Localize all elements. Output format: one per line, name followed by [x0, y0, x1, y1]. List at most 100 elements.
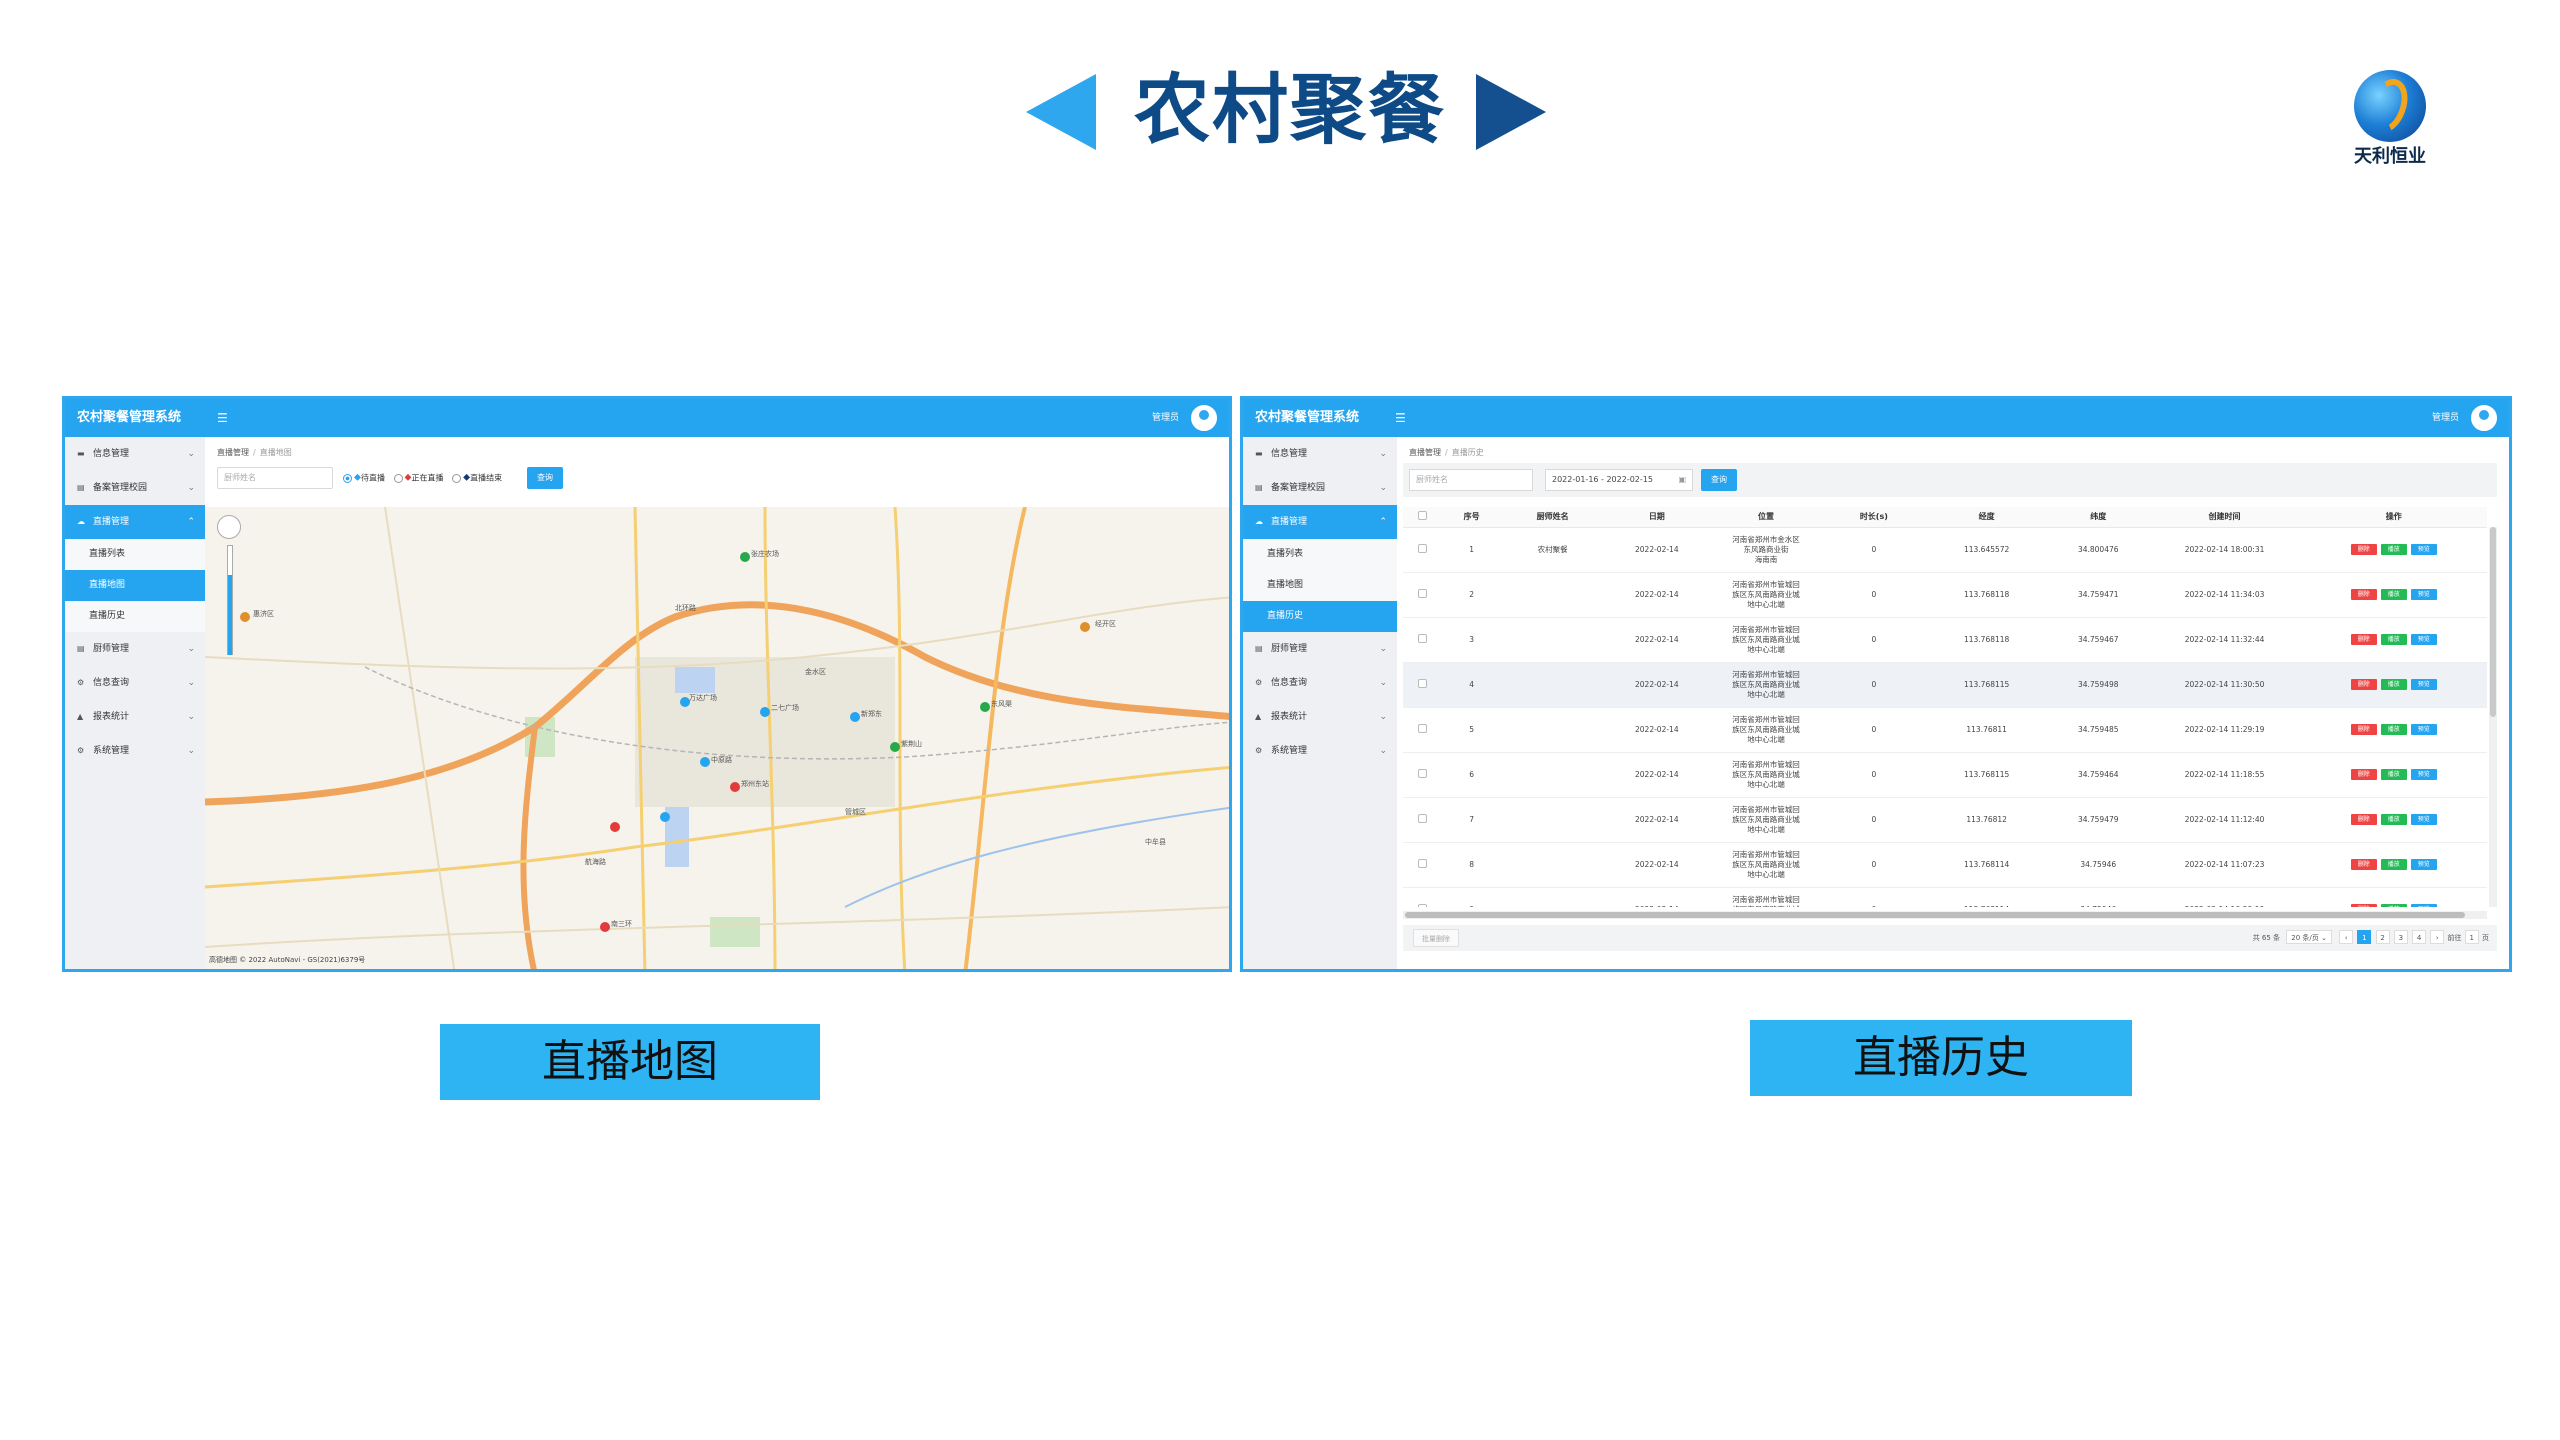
sidebar-item-filing[interactable]: ▤ 备案管理校园 ⌄: [1243, 471, 1397, 505]
delete-button[interactable]: 删除: [2350, 724, 2377, 735]
play-button[interactable]: 播放: [2380, 634, 2407, 645]
map-marker[interactable]: [610, 822, 620, 832]
row-select[interactable]: [1403, 842, 1443, 888]
row-select[interactable]: [1403, 617, 1443, 663]
checkbox[interactable]: [1418, 769, 1428, 778]
preview-button[interactable]: 预览: [2410, 679, 2437, 690]
map-marker[interactable]: [890, 742, 900, 752]
delete-button[interactable]: 删除: [2350, 769, 2377, 780]
preview-button[interactable]: 预览: [2410, 904, 2437, 907]
map-marker[interactable]: [660, 812, 670, 822]
row-select[interactable]: [1403, 887, 1443, 907]
preview-button[interactable]: 预览: [2410, 634, 2437, 645]
row-select[interactable]: [1403, 572, 1443, 618]
query-button[interactable]: 查询: [527, 467, 563, 489]
horizontal-scrollbar[interactable]: [1403, 911, 2487, 919]
play-button[interactable]: 播放: [2380, 679, 2407, 690]
map-marker[interactable]: [1080, 622, 1090, 632]
sidebar-item-chef[interactable]: ▤ 厨师管理 ⌄: [65, 632, 205, 666]
play-button[interactable]: 播放: [2380, 814, 2407, 825]
city-map[interactable]: 万达广场 二七广场 新郑东 张庄农场 紫荆山 中原路 东风渠 郑州东站 北环路 …: [205, 507, 1229, 969]
sidebar-sub-live-list[interactable]: 直播列表: [1243, 539, 1397, 570]
chef-name-input[interactable]: 厨师姓名: [1409, 469, 1533, 491]
map-marker[interactable]: [760, 707, 770, 717]
play-button[interactable]: 播放: [2380, 769, 2407, 780]
scroll-thumb[interactable]: [2490, 527, 2496, 717]
table-row[interactable]: 7 2022-02-14 河南省郑州市管城回 族区东风南路商业城 地中心北端 0 113.7…: [1403, 797, 2487, 843]
table-row[interactable]: 4 2022-02-14 河南省郑州市管城回 族区东风南路商业城 地中心北端 0 113.7…: [1403, 662, 2487, 708]
sidebar-item-query[interactable]: ⚙ 信息查询 ⌄: [1243, 666, 1397, 700]
table-row[interactable]: 6 2022-02-14 河南省郑州市管城回 族区东风南路商业城 地中心北端 0 113.7…: [1403, 752, 2487, 798]
header-select-all[interactable]: [1403, 507, 1443, 528]
row-select[interactable]: [1403, 662, 1443, 708]
delete-button[interactable]: 删除: [2350, 634, 2377, 645]
map-marker[interactable]: [850, 712, 860, 722]
map-marker[interactable]: [740, 552, 750, 562]
table-row[interactable]: 8 2022-02-14 河南省郑州市管城回 族区东风南路商业城 地中心北端 0 113.7…: [1403, 842, 2487, 888]
sidebar-item-info[interactable]: ▬ 信息管理 ⌄: [65, 437, 205, 471]
play-button[interactable]: 播放: [2380, 724, 2407, 735]
row-select[interactable]: [1403, 527, 1443, 573]
scroll-thumb[interactable]: [1405, 912, 2465, 918]
prev-page-icon[interactable]: ‹: [2339, 930, 2354, 944]
map-marker[interactable]: [600, 922, 610, 932]
column-header[interactable]: 日期: [1604, 507, 1710, 528]
radio-live[interactable]: ⬥正在直播: [393, 467, 444, 490]
column-header[interactable]: 序号: [1442, 507, 1502, 528]
delete-button[interactable]: 删除: [2350, 679, 2377, 690]
page-1[interactable]: 1: [2357, 930, 2372, 944]
sidebar-sub-live-map[interactable]: 直播地图: [1243, 570, 1397, 601]
date-range-picker[interactable]: 2022-01-16 - 2022-02-15 ▣: [1545, 469, 1693, 491]
menu-toggle-icon[interactable]: ☰: [1395, 411, 1406, 425]
checkbox[interactable]: [1418, 904, 1428, 907]
preview-button[interactable]: 预览: [2410, 589, 2437, 600]
page-2[interactable]: 2: [2375, 930, 2390, 944]
table-row[interactable]: 5 2022-02-14 河南省郑州市管城回 族区东风南路商业城 地中心北端 0 113.7…: [1403, 707, 2487, 753]
batch-delete-button[interactable]: 批量删除: [1413, 929, 1459, 947]
row-select[interactable]: [1403, 707, 1443, 753]
admin-label[interactable]: 管理员: [2432, 399, 2459, 437]
play-button[interactable]: 播放: [2380, 544, 2407, 555]
table-row[interactable]: 2 2022-02-14 河南省郑州市管城回 族区东风南路商业城 地中心北端 0 113.7…: [1403, 572, 2487, 618]
preview-button[interactable]: 预览: [2410, 859, 2437, 870]
breadcrumb-item[interactable]: 直播管理: [1409, 448, 1441, 457]
sidebar-item-live[interactable]: ☁ 直播管理 ⌃: [65, 505, 205, 539]
checkbox[interactable]: [1418, 544, 1428, 553]
map-marker[interactable]: [980, 702, 990, 712]
radio-ended[interactable]: ⬥直播结束: [452, 467, 502, 490]
query-button[interactable]: 查询: [1701, 469, 1737, 491]
checkbox[interactable]: [1418, 679, 1428, 688]
delete-button[interactable]: 删除: [2350, 814, 2377, 825]
sidebar-item-filing[interactable]: ▤ 备案管理校园 ⌄: [65, 471, 205, 505]
column-header[interactable]: 厨师姓名: [1501, 507, 1605, 528]
page-3[interactable]: 3: [2393, 930, 2408, 944]
admin-label[interactable]: 管理员: [1152, 399, 1179, 437]
sidebar-sub-live-history[interactable]: 直播历史: [1243, 601, 1397, 632]
checkbox[interactable]: [1418, 511, 1428, 521]
sidebar-item-report[interactable]: ▲ 报表统计 ⌄: [1243, 700, 1397, 734]
checkbox[interactable]: [1418, 814, 1428, 823]
checkbox[interactable]: [1418, 634, 1428, 643]
table-row[interactable]: 3 2022-02-14 河南省郑州市管城回 族区东风南路商业城 地中心北端 0 113.7…: [1403, 617, 2487, 663]
delete-button[interactable]: 删除: [2350, 904, 2377, 907]
sidebar-item-info[interactable]: ▬ 信息管理 ⌄: [1243, 437, 1397, 471]
zoom-control[interactable]: [217, 515, 243, 665]
page-4[interactable]: 4: [2412, 930, 2427, 944]
preview-button[interactable]: 预览: [2410, 724, 2437, 735]
table-row[interactable]: 1 农村聚餐 2022-02-14 河南省郑州市金水区 东风路商业街 海南南 0 113.64…: [1403, 527, 2487, 573]
sidebar-item-chef[interactable]: ▤ 厨师管理 ⌄: [1243, 632, 1397, 666]
map-marker[interactable]: [730, 782, 740, 792]
preview-button[interactable]: 预览: [2410, 814, 2437, 825]
row-select[interactable]: [1403, 752, 1443, 798]
avatar[interactable]: [1191, 405, 1217, 431]
play-button[interactable]: 播放: [2380, 589, 2407, 600]
play-button[interactable]: 播放: [2380, 859, 2407, 870]
sidebar-item-system[interactable]: ⚙ 系统管理 ⌄: [1243, 734, 1397, 768]
pan-control[interactable]: [217, 515, 241, 539]
avatar[interactable]: [2471, 405, 2497, 431]
play-button[interactable]: 播放: [2380, 904, 2407, 907]
column-header[interactable]: 纬度: [2047, 507, 2149, 528]
checkbox[interactable]: [1418, 724, 1428, 733]
column-header[interactable]: 创建时间: [2148, 507, 2301, 528]
menu-toggle-icon[interactable]: ☰: [217, 411, 228, 425]
